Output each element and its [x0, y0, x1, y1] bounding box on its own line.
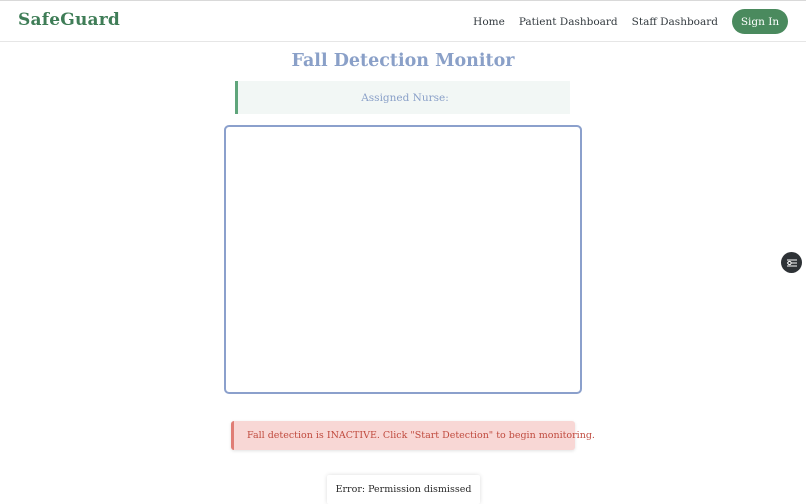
- brand-logo[interactable]: SafeGuard: [18, 10, 120, 30]
- error-message-box: Error: Permission dismissed: [327, 475, 480, 504]
- video-feed-frame: [224, 125, 582, 394]
- nav-staff-dashboard-link[interactable]: Staff Dashboard: [632, 16, 718, 28]
- floating-widget-button[interactable]: [781, 252, 802, 273]
- detection-status-alert: Fall detection is INACTIVE. Click "Start…: [231, 421, 595, 450]
- nav-home-link[interactable]: Home: [473, 16, 505, 28]
- top-navbar: SafeGuard Home Patient Dashboard Staff D…: [0, 0, 806, 42]
- nav-links: Home Patient Dashboard Staff Dashboard S…: [473, 9, 788, 34]
- sign-in-button[interactable]: Sign In: [732, 9, 788, 34]
- settings-sliders-icon: [786, 259, 797, 266]
- assigned-nurse-label: Assigned Nurse:: [361, 91, 449, 104]
- nav-patient-dashboard-link[interactable]: Patient Dashboard: [519, 16, 618, 28]
- detection-status-text: Fall detection is INACTIVE. Click "Start…: [247, 430, 595, 441]
- error-message-text: Error: Permission dismissed: [335, 484, 472, 495]
- page-title: Fall Detection Monitor: [291, 51, 515, 71]
- assigned-nurse-banner: Assigned Nurse:: [235, 81, 570, 114]
